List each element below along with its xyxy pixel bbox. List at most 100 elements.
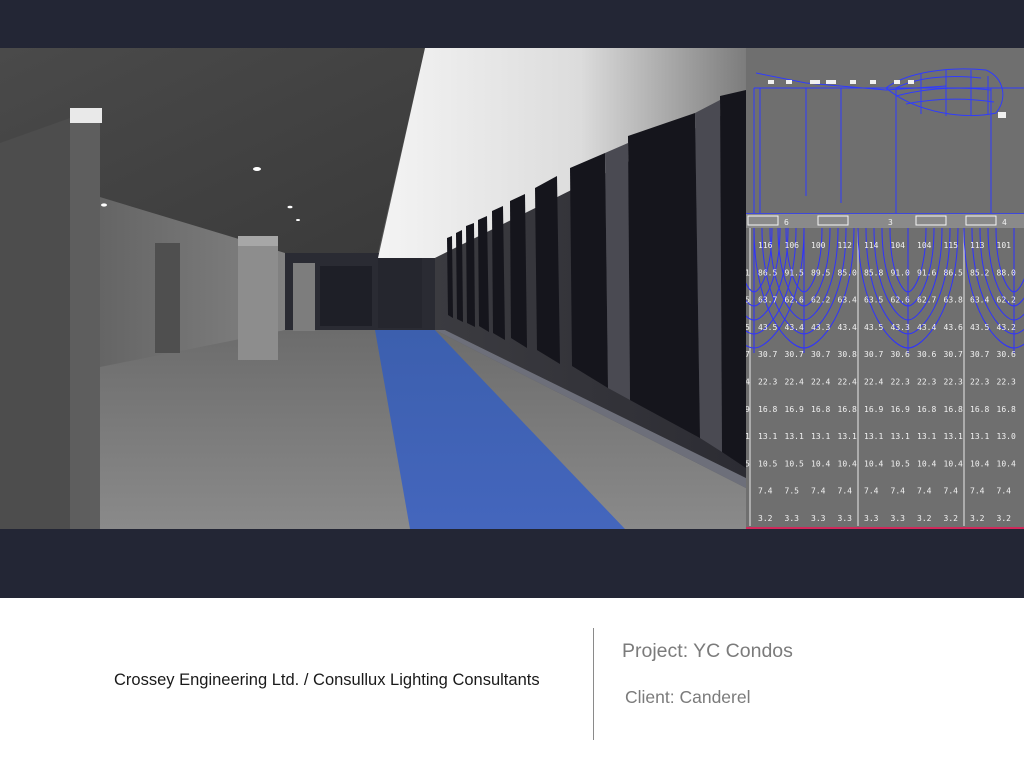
illuminance-value: 22.4 [785,378,804,387]
illuminance-value: 114 [864,241,879,250]
corridor-rendering [0,48,746,529]
illuminance-value: 101 [997,241,1012,250]
header-mark: 3 [888,218,893,227]
illuminance-value: 13.1 [811,432,830,441]
illuminance-value: 86.5 [944,268,963,277]
illuminance-value: 10.5 [785,459,804,468]
elevation-section [753,68,1024,213]
illuminance-value: 7.5 [785,487,800,496]
illuminance-value: 7.4 [891,487,906,496]
illuminance-value: 3.3 [785,514,800,523]
illuminance-value: 63.4 [838,296,857,305]
illuminance-value: 7.4 [811,487,826,496]
illuminance-value: 30.6 [997,350,1016,359]
illuminance-value: 63.4 [970,296,989,305]
illuminance-value: 3.2 [944,514,959,523]
illuminance-value: 43.2 [997,323,1016,332]
illuminance-value: 3.2 [997,514,1012,523]
illuminance-value: 43.3 [811,323,830,332]
illuminance-value: 106 [785,241,800,250]
edge-value: 5 [746,323,750,332]
illuminance-value: 43.4 [838,323,857,332]
luminaire-distribution-curve [995,227,1024,293]
illuminance-value: 22.3 [758,378,777,387]
illuminance-value: 30.7 [944,350,963,359]
edge-value: 9 [746,405,750,414]
illuminance-value: 30.6 [891,350,910,359]
illuminance-value: 3.3 [891,514,906,523]
client-line: Client: Canderel [625,687,751,707]
illuminance-value: 16.8 [838,405,857,414]
illuminance-value: 13.1 [944,432,963,441]
illuminance-value: 16.8 [997,405,1016,414]
illuminance-value: 16.8 [944,405,963,414]
calc-grid-panel: 116 106 100 112 114 104 104 115 113 101 86.5 91.5 89… [746,48,1024,529]
illuminance-value: 43.5 [864,323,883,332]
illuminance-value: 22.3 [970,378,989,387]
edge-value: 1 [746,432,750,441]
illuminance-value: 7.4 [997,487,1012,496]
illuminance-value: 100 [811,241,826,250]
illuminance-value: 62.7 [917,296,936,305]
illuminance-value: 13.1 [838,432,857,441]
illuminance-value: 30.6 [917,350,936,359]
illuminance-value: 91.6 [917,268,936,277]
illuminance-value: 62.2 [997,296,1016,305]
illuminance-value: 16.8 [758,405,777,414]
illuminance-value: 43.4 [785,323,804,332]
edge-value: 4 [746,378,750,387]
header-mark: 4 [1002,218,1007,227]
illuminance-value: 16.9 [864,405,883,414]
illuminance-value: 85.0 [838,268,857,277]
illuminance-value: 16.9 [785,405,804,414]
illuminance-value: 22.3 [997,378,1016,387]
illuminance-value: 43.3 [891,323,910,332]
illuminance-value: 10.4 [997,459,1016,468]
illuminance-value: 62.6 [891,296,910,305]
illuminance-value: 91.5 [785,268,804,277]
illuminance-value: 7.4 [864,487,879,496]
illuminance-value: 85.2 [970,268,989,277]
illuminance-value: 30.7 [758,350,777,359]
illuminance-value: 13.1 [891,432,910,441]
illuminance-value: 22.3 [891,378,910,387]
illuminance-value: 10.5 [758,459,777,468]
illuminance-value: 63.8 [944,296,963,305]
illuminance-value: 43.5 [758,323,777,332]
illuminance-value: 113 [970,241,985,250]
illuminance-value: 112 [838,241,853,250]
illuminance-value: 104 [917,241,932,250]
illuminance-value: 22.4 [811,378,830,387]
illuminance-value: 16.8 [811,405,830,414]
illuminance-value: 30.7 [785,350,804,359]
illuminance-value: 104 [891,241,906,250]
illuminance-value: 3.2 [970,514,985,523]
illuminance-value: 10.4 [838,459,857,468]
illuminance-value: 63.7 [758,296,777,305]
illuminance-value: 10.4 [970,459,989,468]
illuminance-value: 89.5 [811,268,830,277]
illuminance-value: 16.8 [970,405,989,414]
illuminance-value: 62.6 [785,296,804,305]
illuminance-value: 22.4 [838,378,857,387]
illuminance-value: 13.1 [758,432,777,441]
edge-value: 5 [746,459,750,468]
illuminance-value: 91.0 [891,268,910,277]
illuminance-value: 13.1 [785,432,804,441]
illuminance-value: 7.4 [838,487,853,496]
illuminance-value: 3.3 [811,514,826,523]
illuminance-value: 3.3 [838,514,853,523]
illuminance-value: 43.6 [944,323,963,332]
photometric-calculation-grid: 116 106 100 112 114 104 104 115 113 10186.5 91.5 89… [746,68,1024,529]
illuminance-value: 30.8 [838,350,857,359]
project-line: Project: YC Condos [622,640,793,662]
company-credit: Crossey Engineering Ltd. / Consullux Lig… [114,671,540,689]
elevation-markers [768,80,1006,118]
illuminance-value: 10.5 [891,459,910,468]
illuminance-value: 10.4 [944,459,963,468]
illuminance-value: 10.4 [811,459,830,468]
footer-divider [593,628,594,740]
illuminance-value: 13.1 [864,432,883,441]
header-mark: 6 [784,218,789,227]
illuminance-value: 30.7 [811,350,830,359]
